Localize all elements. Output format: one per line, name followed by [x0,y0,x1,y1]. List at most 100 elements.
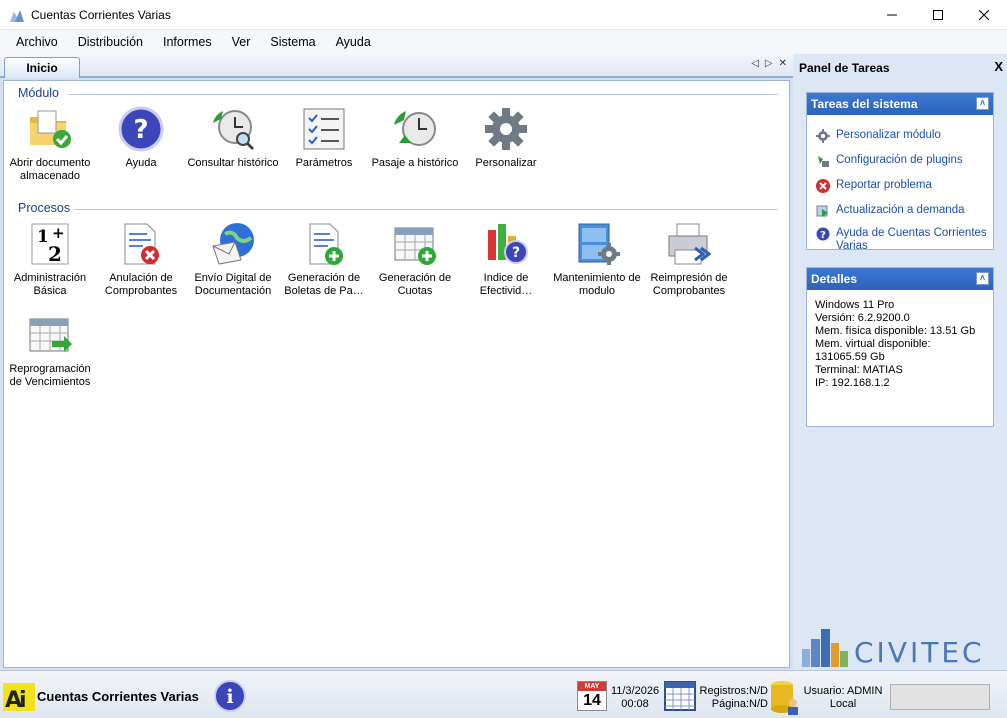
plugin-icon [818,156,829,167]
process-item-envio-digital[interactable]: Envío Digital de Documentación [187,220,279,298]
help-icon: ? [816,227,830,241]
status-datetime: 11/3/2026 00:08 [610,685,660,711]
section-divider [74,209,778,210]
content-panel: Módulo Abrir documento almacenado ? Ayud… [3,80,790,668]
module-item-label: Parámetros [295,157,353,169]
gear-icon [816,129,830,143]
history-search-icon [213,110,255,151]
section-procesos-title: Procesos [18,201,71,215]
svg-text:i: i [226,686,233,708]
process-item-label: Anulación de Comprobantes [104,272,178,297]
gear-icon [485,108,527,150]
task-ayuda-cuentas[interactable]: ? Ayuda de Cuentas Corrientes Varias [816,227,993,253]
collapse-icon[interactable]: ˄ [976,97,989,110]
minimize-button[interactable] [869,0,915,30]
document-add-icon [309,223,343,265]
status-pagina: Página:N/D [711,698,768,710]
details-title: Detalles [811,272,858,286]
module-item-label: Abrir documento almacenado [9,157,91,182]
process-item-mantenimiento[interactable]: Mantenimiento de modulo [551,220,643,298]
system-tasks-panel: Tareas del sistema ˄ Personalizar módulo… [806,92,994,253]
clock-arrow-icon [394,111,436,146]
module-item-label: Personalizar [475,157,537,169]
menu-archivo[interactable]: Archivo [6,35,68,49]
system-tasks-header[interactable]: Tareas del sistema ˄ [807,93,993,115]
system-tasks-title: Tareas del sistema [811,97,918,111]
detail-virtual-memory-value: 131065.59 Gb [815,351,885,363]
task-pane-title: Panel de Tareas [799,61,890,75]
status-time: 00:08 [621,698,649,710]
svg-text:i: i [19,688,27,713]
process-item-reprogramacion[interactable]: Reprogramación de Vencimientos [4,311,96,389]
process-item-reimpresion[interactable]: Reimpresión de Comprobantes [643,220,735,298]
menu-ayuda[interactable]: Ayuda [326,35,381,49]
menu-informes[interactable]: Informes [153,35,222,49]
tab-inicio[interactable]: Inicio [4,57,80,78]
process-item-label: Reimpresión de Comprobantes [650,272,728,297]
task-personalizar-modulo[interactable]: Personalizar módulo [816,129,993,143]
process-item-generacion-boletas[interactable]: Generación de Boletas de Pa… [278,220,370,298]
svg-text:?: ? [133,115,148,145]
tab-scroll-right-icon[interactable]: ▷ [765,58,773,69]
detail-virtual-memory-label: Mem. virtual disponible: [815,338,931,350]
database-user-icon [771,681,798,715]
process-item-anulacion[interactable]: Anulación de Comprobantes [95,220,187,298]
tab-strip: Inicio ◁ ▷ ✕ [0,54,793,78]
status-local: Local [829,698,857,710]
status-progress-box [890,684,990,710]
civitec-logo: CIVITEC [800,627,985,667]
status-usuario: Usuario: ADMIN [803,685,883,697]
status-bar: Ai Cuentas Corrientes Varias i MAY 14 11… [0,670,1007,718]
chart-help-icon: ? [488,224,528,264]
status-user: Usuario: ADMIN Local [800,685,886,711]
tab-close-icon[interactable]: ✕ [779,58,787,69]
module-item-abrir-documento[interactable]: Abrir documento almacenado [4,105,96,183]
detail-ip: IP: 192.168.1.2 [815,377,890,389]
menu-distribucion[interactable]: Distribución [68,35,153,49]
tab-scroll-left-icon[interactable]: ◁ [751,58,759,69]
checklist-icon [303,108,345,150]
module-item-label: Consultar histórico [187,157,279,169]
info-icon[interactable]: i [214,680,246,712]
svg-text:?: ? [820,230,826,241]
module-item-personalizar[interactable]: Personalizar [460,105,552,170]
process-item-label: Generación de Cuotas [378,272,452,297]
process-item-label: Mantenimiento de modulo [553,272,641,297]
grid-icon [664,681,696,711]
menu-bar: Archivo Distribución Informes Ver Sistem… [0,30,1007,54]
folder-check-icon [30,110,71,148]
globe-mail-icon [212,223,254,265]
task-configuracion-plugins[interactable]: Configuración de plugins [816,154,993,168]
details-content: Windows 11 Pro Versión: 6.2.9200.0 Mem. … [807,290,993,390]
detail-version: Versión: 6.2.9200.0 [815,312,910,324]
detail-os: Windows 11 Pro [815,299,895,311]
close-button[interactable] [961,0,1007,30]
detail-physical-memory: Mem. física disponible: 13.51 Gb [815,325,976,337]
module-item-consultar-historico[interactable]: Consultar histórico [187,105,279,170]
collapse-icon[interactable]: ˄ [976,272,989,285]
svg-text:+: + [52,224,65,242]
svg-text:?: ? [512,245,520,261]
process-item-indice-efectividad[interactable]: ? Indice de Efectivid… [460,220,552,298]
update-icon [816,205,828,217]
menu-ver[interactable]: Ver [222,35,261,49]
details-header[interactable]: Detalles ˄ [807,268,993,290]
section-modulo-title: Módulo [18,86,59,100]
menu-sistema[interactable]: Sistema [260,35,325,49]
module-item-parametros[interactable]: Parámetros [278,105,370,170]
printer-icon [668,223,712,265]
task-pane-close-button[interactable]: X [994,59,1003,74]
process-item-generacion-cuotas[interactable]: Generación de Cuotas [369,220,461,298]
module-item-pasaje-historico[interactable]: Pasaje a histórico [369,105,461,170]
process-item-label: Generación de Boletas de Pa… [284,272,364,297]
detail-terminal: Terminal: MATIAS [815,364,903,376]
document-cancel-icon [124,223,159,265]
process-item-label: Envío Digital de Documentación [194,272,272,297]
process-item-label: Indice de Efectivid… [479,272,533,297]
task-actualizacion-demanda[interactable]: Actualización a demanda [816,204,993,218]
maximize-button[interactable] [915,0,961,30]
logo-text: CIVITEC [854,636,985,669]
module-item-ayuda[interactable]: ? Ayuda [95,105,187,170]
task-reportar-problema[interactable]: Reportar problema [816,179,993,193]
process-item-administracion-basica[interactable]: 1 +2 Administración Básica [4,220,96,298]
